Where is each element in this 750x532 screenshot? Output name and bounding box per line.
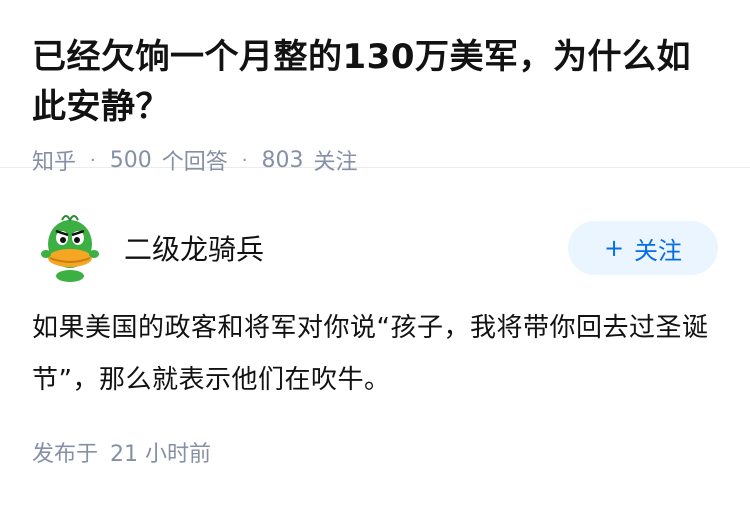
answer-card: 二级龙骑兵 + 关注 如果美国的政客和将军对你说“孩子，我将带你回去过圣诞节”，… [0,198,750,468]
plus-icon: + [603,234,625,262]
posted-time: 发布于 21 小时前 [32,436,718,468]
avatar[interactable] [32,210,108,286]
site-name[interactable]: 知乎 [32,144,76,176]
answers-count[interactable]: 500 [110,148,152,173]
author-row: 二级龙骑兵 + 关注 [32,198,718,298]
posted-time-value: 21 小时前 [110,442,212,467]
follow-button[interactable]: + 关注 [568,221,718,275]
follows-label: 关注 [313,150,358,175]
answers-label[interactable]: 个回答 [162,144,228,176]
question-title[interactable]: 已经欠饷一个月整的130万美军，为什么如此安静？ [32,32,718,132]
question-meta: 知乎 · 500 个回答 · 803 关注 [32,144,718,176]
separator-dot: · [90,149,96,171]
question-header: 已经欠饷一个月整的130万美军，为什么如此安静？ 知乎 · 500 个回答 · … [0,0,750,175]
posted-prefix: 发布于 [32,442,99,467]
separator-dot: · [241,149,248,171]
follow-button-label: 关注 [634,236,683,265]
author-name[interactable]: 二级龙骑兵 [124,228,568,268]
follows-count: 803 [261,147,304,173]
answer-content[interactable]: 如果美国的政客和将军对你说“孩子，我将带你回去过圣诞节”，那么就表示他们在吹牛。 [32,302,718,406]
